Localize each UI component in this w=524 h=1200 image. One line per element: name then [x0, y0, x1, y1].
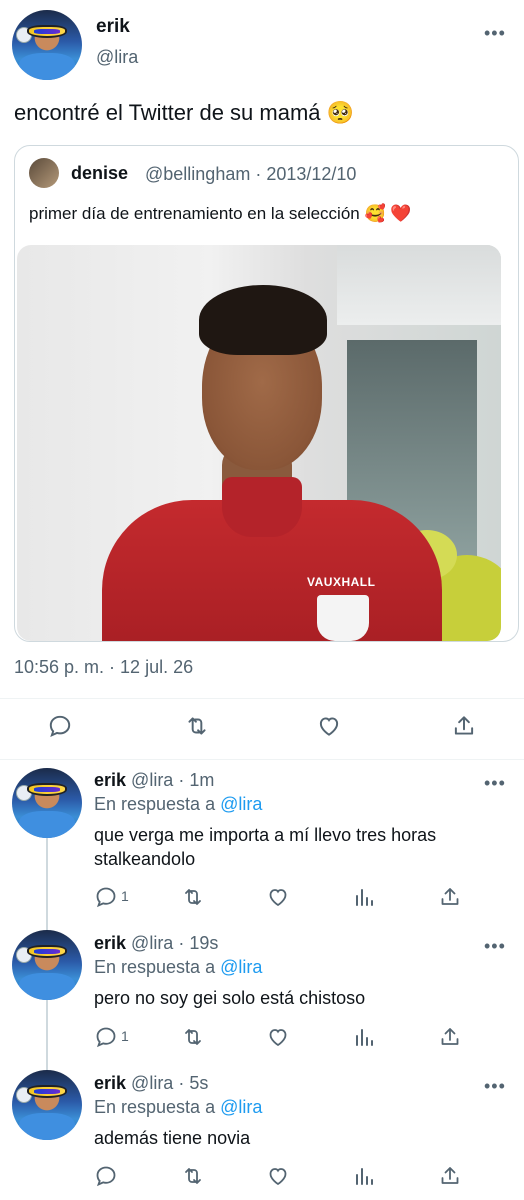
reply-text: pero no soy gei solo está chistoso — [94, 988, 366, 1008]
reply-icon[interactable] — [94, 1025, 118, 1049]
avatar-shirt — [19, 53, 75, 80]
avatar-shirt — [19, 1113, 75, 1140]
quoted-handle-text: @bellingham — [145, 164, 251, 184]
reply-prefix: En respuesta a — [94, 1097, 216, 1117]
like-icon[interactable] — [266, 885, 290, 909]
photo-collar — [222, 477, 302, 537]
retweet-icon[interactable] — [180, 885, 206, 909]
avatar[interactable] — [12, 1070, 82, 1140]
avatar-goggles — [27, 25, 67, 38]
quoted-tweet-card[interactable]: denise @bellingham · 2013/12/10 primer d… — [14, 145, 519, 642]
reply-prefix: En respuesta a — [94, 957, 216, 977]
reply-display-name[interactable]: erik — [94, 770, 126, 790]
reply-count: 1 — [121, 888, 129, 904]
reply-icon[interactable] — [47, 713, 73, 739]
share-icon[interactable] — [438, 1025, 462, 1049]
reply-to-link[interactable]: @lira — [220, 957, 262, 977]
quoted-photo[interactable]: VAUXHALL — [17, 245, 501, 641]
more-icon[interactable]: ••• — [484, 24, 506, 42]
quoted-avatar — [29, 158, 59, 188]
reply-to-link[interactable]: @lira — [220, 1097, 262, 1117]
avatar-goggles — [27, 783, 67, 796]
tweet-text: encontré el Twitter de su mamá 🥺 — [14, 100, 355, 125]
views-icon[interactable] — [352, 1164, 376, 1188]
avatar[interactable] — [12, 930, 82, 1000]
like-icon[interactable] — [266, 1025, 290, 1049]
reply-context: En respuesta a @lira — [94, 957, 262, 978]
quoted-date: · 2013/12/10 — [255, 164, 357, 184]
handle[interactable]: @lira — [96, 47, 138, 68]
reply-time: · 1m — [178, 770, 215, 790]
divider — [0, 698, 524, 699]
photo-sponsor-text: VAUXHALL — [307, 575, 376, 589]
reply-icon[interactable] — [94, 885, 118, 909]
photo-ceiling-lights — [337, 245, 501, 325]
reply-time: · 5s — [178, 1073, 209, 1093]
reply-text: además tiene novia — [94, 1128, 251, 1148]
reply-time: · 19s — [178, 933, 219, 953]
reply-context: En respuesta a @lira — [94, 794, 262, 815]
retweet-icon[interactable] — [180, 1164, 206, 1188]
views-icon[interactable] — [352, 1025, 376, 1049]
more-icon[interactable]: ••• — [484, 774, 506, 792]
views-icon[interactable] — [352, 885, 376, 909]
reply-prefix: En respuesta a — [94, 794, 216, 814]
reply-handle[interactable]: @lira — [131, 770, 173, 790]
reply-icon[interactable] — [94, 1164, 118, 1188]
reply-to-link[interactable]: @lira — [220, 794, 262, 814]
retweet-icon[interactable] — [183, 713, 211, 739]
divider — [0, 759, 524, 760]
reply-handle[interactable]: @lira — [131, 1073, 173, 1093]
display-name[interactable]: erik — [96, 16, 130, 38]
avatar-shirt — [19, 973, 75, 1000]
quoted-handle: @bellingham · 2013/12/10 — [145, 164, 356, 185]
reply-display-name[interactable]: erik — [94, 933, 126, 953]
reply-count: 1 — [121, 1028, 129, 1044]
share-icon[interactable] — [451, 713, 477, 739]
reply-header: erik @lira · 1m — [94, 770, 214, 791]
photo-crest — [317, 595, 369, 641]
reply-header: erik @lira · 19s — [94, 933, 218, 954]
quoted-display-name: denise — [71, 163, 129, 183]
more-icon[interactable]: ••• — [484, 1077, 506, 1095]
quoted-text: primer día de entrenamiento en la selecc… — [29, 204, 412, 223]
more-icon[interactable]: ••• — [484, 937, 506, 955]
avatar-goggles — [27, 945, 67, 958]
share-icon[interactable] — [438, 1164, 462, 1188]
avatar-goggles — [27, 1085, 67, 1098]
reply-handle[interactable]: @lira — [131, 933, 173, 953]
avatar[interactable] — [12, 768, 82, 838]
share-icon[interactable] — [438, 885, 462, 909]
reply-context: En respuesta a @lira — [94, 1097, 262, 1118]
reply-display-name[interactable]: erik — [94, 1073, 126, 1093]
reply-text: que verga me importa a mí llevo tres hor… — [94, 825, 437, 869]
like-icon[interactable] — [316, 713, 342, 739]
avatar[interactable] — [12, 10, 82, 80]
like-icon[interactable] — [266, 1164, 290, 1188]
photo-hair — [199, 285, 327, 355]
reply-header: erik @lira · 5s — [94, 1073, 208, 1094]
avatar-shirt — [19, 811, 75, 838]
retweet-icon[interactable] — [180, 1025, 206, 1049]
tweet-timestamp[interactable]: 10:56 p. m. · 12 jul. 26 — [14, 657, 193, 678]
